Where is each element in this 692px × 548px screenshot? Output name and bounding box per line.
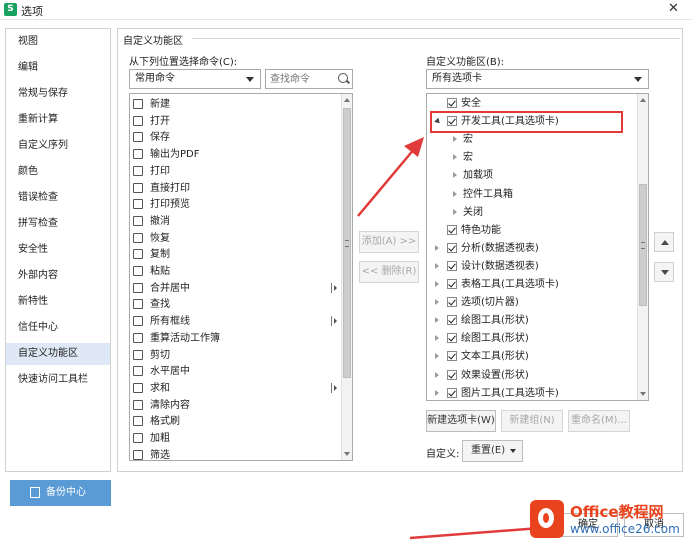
office-logo-icon	[530, 500, 564, 538]
watermark-line2: www.office26.com	[570, 522, 680, 536]
watermark-line1: Office教程网	[570, 503, 664, 521]
annotation-arrows	[357, 137, 555, 540]
annotation-arrow-line-2	[409, 526, 541, 540]
annotation-arrow-head	[404, 137, 424, 157]
annotation-arrow-line	[357, 147, 416, 217]
watermark-logo: Office教程网 www.office26.com	[530, 498, 685, 542]
